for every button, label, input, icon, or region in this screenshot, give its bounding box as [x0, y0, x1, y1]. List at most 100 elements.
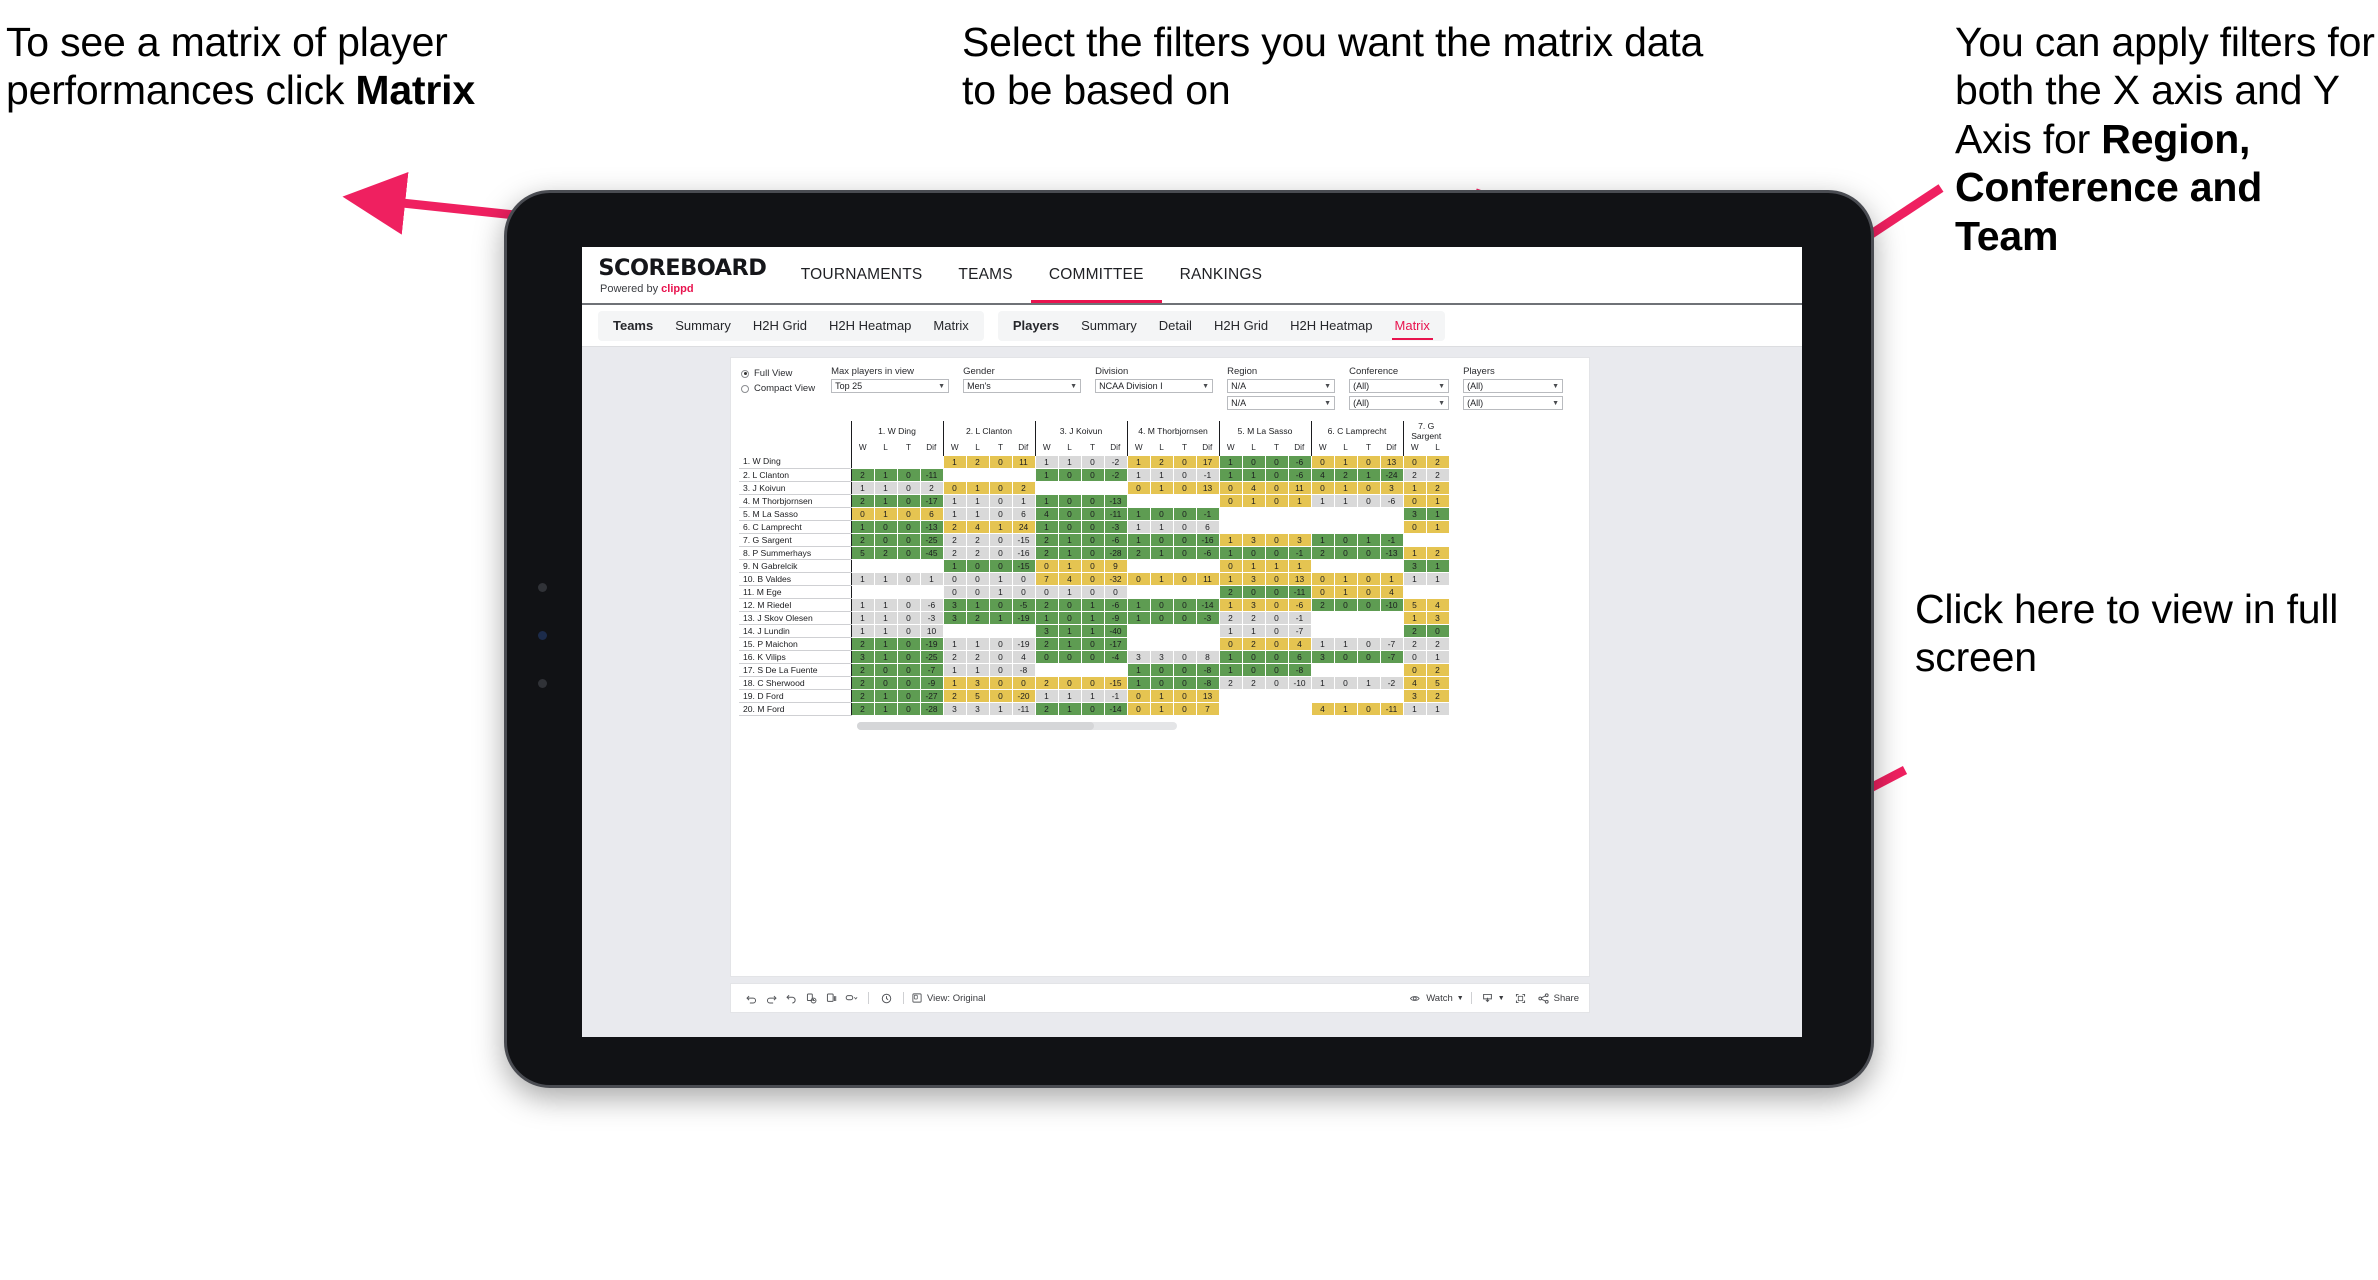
matrix-cell[interactable]: 0 — [1356, 454, 1381, 469]
matrix-cell[interactable] — [1218, 506, 1243, 521]
matrix-cell[interactable]: 0 — [1172, 480, 1197, 495]
matrix-cell[interactable]: 0 — [1172, 675, 1197, 690]
matrix-cell[interactable]: 1 — [1425, 571, 1450, 586]
table-row[interactable]: 8. P Summerhays 5 2 0 -45 2 2 0 -16 2 1 0 -28 2 1 0 -6 1 0… — [739, 545, 1450, 560]
matrix-cell[interactable]: 0 — [1126, 688, 1151, 703]
matrix-cell[interactable] — [1241, 701, 1266, 716]
matrix-cell[interactable]: 4 — [1034, 506, 1059, 521]
matrix-cell[interactable]: 0 — [896, 506, 921, 521]
matrix-cell[interactable]: 2 — [850, 636, 875, 651]
matrix-cell[interactable]: 11 — [1287, 480, 1312, 495]
matrix-cell[interactable]: -6 — [1287, 467, 1312, 482]
matrix-cell[interactable]: -20 — [1011, 688, 1036, 703]
matrix-cell[interactable]: 1 — [1149, 467, 1174, 482]
matrix-cell[interactable]: 0 — [1080, 675, 1105, 690]
revert-icon[interactable] — [781, 988, 801, 1008]
filter-conference-select-x[interactable]: (All) ▼ — [1349, 379, 1450, 393]
matrix-cell[interactable]: 1 — [1310, 493, 1335, 508]
matrix-cell[interactable]: 0 — [1080, 545, 1105, 560]
tab-players-detail[interactable]: Detail — [1148, 311, 1203, 341]
matrix-cell[interactable]: 3 — [1402, 688, 1427, 703]
matrix-cell[interactable]: 1 — [988, 610, 1013, 625]
matrix-cell[interactable]: -1 — [1195, 467, 1220, 482]
matrix-cell[interactable]: 1 — [1080, 597, 1105, 612]
matrix-cell[interactable]: 2 — [1218, 675, 1243, 690]
matrix-cell[interactable]: 1 — [1057, 623, 1082, 638]
matrix-cell[interactable]: 0 — [942, 480, 967, 495]
matrix-cell[interactable]: 13 — [1195, 688, 1220, 703]
matrix-cell[interactable]: 0 — [988, 597, 1013, 612]
matrix-cell[interactable]: 0 — [1264, 649, 1289, 664]
matrix-cell[interactable]: 1 — [1333, 454, 1358, 469]
matrix-cell[interactable]: 1 — [1034, 519, 1059, 534]
matrix-cell[interactable]: 0 — [1333, 675, 1358, 690]
matrix-cell[interactable]: -16 — [1011, 545, 1036, 560]
matrix-cell[interactable]: 0 — [988, 480, 1013, 495]
matrix-cell[interactable]: 2 — [1425, 688, 1450, 703]
matrix-cell[interactable]: 0 — [1241, 584, 1266, 599]
matrix-cell[interactable]: 0 — [1057, 610, 1082, 625]
matrix-cell[interactable]: 2 — [965, 454, 990, 469]
matrix-cell[interactable]: 1 — [1402, 610, 1427, 625]
matrix-cell[interactable]: 0 — [1264, 545, 1289, 560]
matrix-cell[interactable] — [1149, 623, 1174, 638]
matrix-cell[interactable]: 1 — [942, 662, 967, 677]
topnav-tournaments[interactable]: TOURNAMENTS — [783, 247, 941, 303]
matrix-cell[interactable]: 3 — [1425, 610, 1450, 625]
matrix-cell[interactable]: 6 — [919, 506, 944, 521]
table-row[interactable]: 16. K Vilips 3 1 0 -25 2 2 0 4 0 0 0 -4 3 3 0 8 1 0 0 6 3 0 0 -7… — [739, 649, 1450, 664]
matrix-cell[interactable]: -11 — [1287, 584, 1312, 599]
horizontal-scrollbar[interactable] — [857, 721, 1177, 730]
matrix-cell[interactable]: 1 — [1287, 493, 1312, 508]
matrix-cell[interactable] — [1264, 701, 1289, 716]
matrix-cell[interactable]: 1 — [1057, 701, 1082, 716]
matrix-cell[interactable] — [1218, 519, 1243, 534]
matrix-cell[interactable]: 2 — [919, 480, 944, 495]
matrix-cell[interactable]: 2 — [1241, 675, 1266, 690]
matrix-cell[interactable]: 3 — [850, 649, 875, 664]
matrix-cell[interactable]: 1 — [965, 480, 990, 495]
matrix-cell[interactable]: 1 — [873, 480, 898, 495]
matrix-cell[interactable]: 0 — [896, 701, 921, 716]
matrix-cell[interactable]: 2 — [1218, 584, 1243, 599]
matrix-cell[interactable]: 6 — [1287, 649, 1312, 664]
matrix-cell[interactable]: 0 — [1241, 662, 1266, 677]
matrix-cell[interactable]: -6 — [1287, 454, 1312, 469]
matrix-cell[interactable]: 0 — [1172, 688, 1197, 703]
topnav-teams[interactable]: TEAMS — [940, 247, 1030, 303]
matrix-cell[interactable]: 1 — [873, 597, 898, 612]
alerts-clock-icon[interactable] — [876, 988, 896, 1008]
matrix-cell[interactable]: 0 — [1080, 532, 1105, 547]
matrix-cell[interactable]: 0 — [1218, 493, 1243, 508]
matrix-cell[interactable]: 7 — [1195, 701, 1220, 716]
matrix-cell[interactable]: 1 — [1126, 454, 1151, 469]
matrix-cell[interactable]: 2 — [1126, 545, 1151, 560]
matrix-cell[interactable]: -25 — [919, 532, 944, 547]
matrix-cell[interactable]: -11 — [919, 467, 944, 482]
table-row[interactable]: 2. L Clanton 2 1 0 -11 1 0 0 -2 1 1 0 -1 1 1 0 -6 4 2 1 -24 2… — [739, 467, 1450, 482]
matrix-cell[interactable]: 8 — [1195, 649, 1220, 664]
matrix-cell[interactable]: 3 — [1379, 480, 1404, 495]
matrix-cell[interactable]: 1 — [1241, 493, 1266, 508]
matrix-cell[interactable]: 13 — [1379, 454, 1404, 469]
matrix-cell[interactable]: 2 — [850, 701, 875, 716]
pause-updates-icon[interactable] — [821, 988, 841, 1008]
matrix-cell[interactable]: 0 — [896, 623, 921, 638]
matrix-cell[interactable]: 0 — [1241, 454, 1266, 469]
matrix-cell[interactable]: 0 — [1356, 636, 1381, 651]
matrix-cell[interactable]: 0 — [988, 558, 1013, 573]
matrix-cell[interactable]: 0 — [1264, 636, 1289, 651]
matrix-cell[interactable]: -13 — [1379, 545, 1404, 560]
matrix-cell[interactable] — [1218, 688, 1243, 703]
matrix-cell[interactable]: 1 — [1080, 688, 1105, 703]
matrix-cell[interactable]: 2 — [1402, 467, 1427, 482]
matrix-cell[interactable]: 0 — [1402, 649, 1427, 664]
matrix-cell[interactable] — [1264, 506, 1289, 521]
matrix-cell[interactable]: 1 — [1241, 558, 1266, 573]
matrix-cell[interactable]: -6 — [1379, 493, 1404, 508]
matrix-cell[interactable]: 1 — [873, 610, 898, 625]
matrix-cell[interactable]: 1 — [1126, 467, 1151, 482]
matrix-cell[interactable]: -27 — [919, 688, 944, 703]
matrix-cell[interactable]: -25 — [919, 649, 944, 664]
table-row[interactable]: 7. G Sargent 2 0 0 -25 2 2 0 -15 2 1 0 -6 1 0 0 -16 1 3 0 3 1… — [739, 532, 1450, 547]
